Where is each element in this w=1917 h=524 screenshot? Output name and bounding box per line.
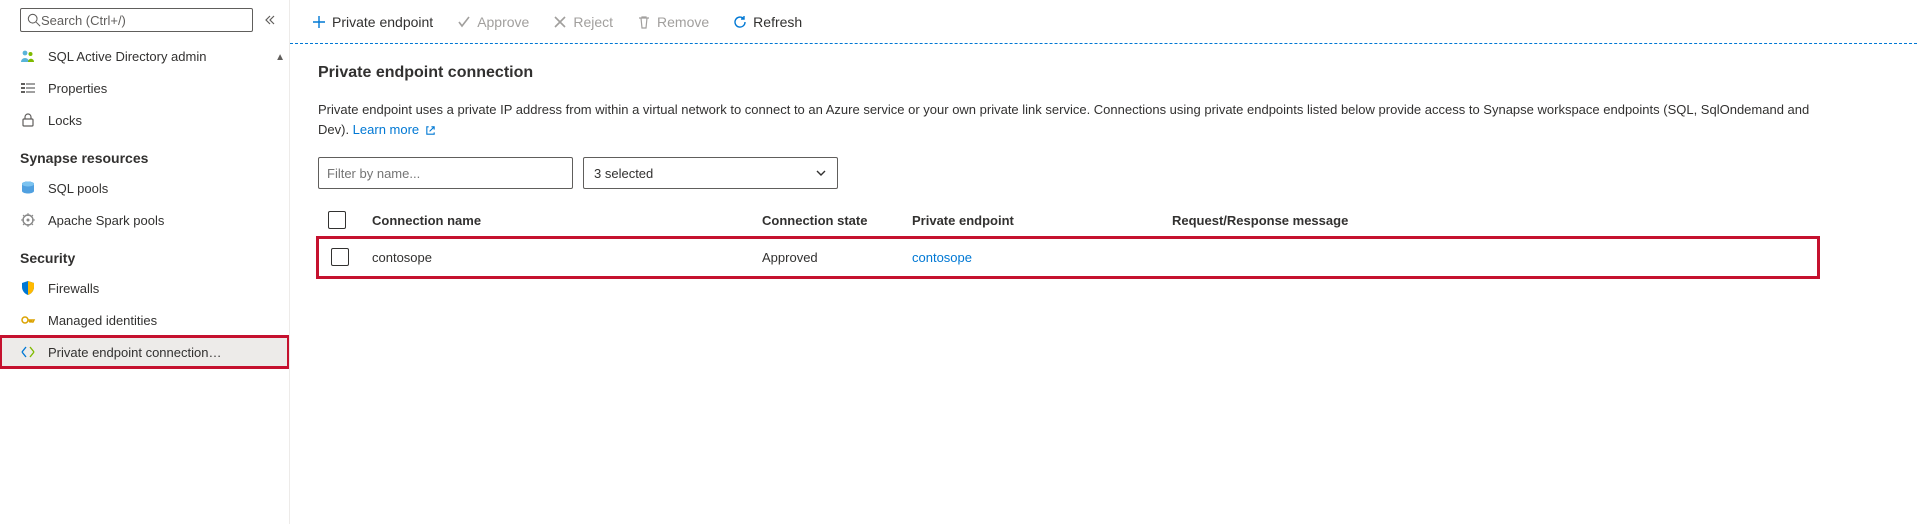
sidebar-item-label: Properties — [48, 81, 107, 96]
sidebar-section-security: Security — [0, 236, 289, 272]
search-icon — [27, 13, 41, 27]
sidebar-item-spark-pools[interactable]: Apache Spark pools — [0, 204, 289, 236]
button-label: Reject — [573, 14, 613, 30]
search-input[interactable] — [41, 13, 246, 28]
col-connection-state[interactable]: Connection state — [752, 203, 902, 238]
shield-icon — [20, 280, 36, 296]
reject-button: Reject — [543, 8, 623, 36]
row-checkbox[interactable] — [331, 248, 349, 266]
sidebar-nav: SQL Active Directory admin Properties Lo… — [0, 40, 289, 524]
search-bar — [0, 0, 289, 40]
sidebar-item-locks[interactable]: Locks — [0, 104, 289, 136]
cell-connection-state: Approved — [752, 238, 902, 277]
sidebar-item-firewalls[interactable]: Firewalls — [0, 272, 289, 304]
col-message[interactable]: Request/Response message — [1162, 203, 1818, 238]
learn-more-link[interactable]: Learn more — [353, 122, 436, 137]
sqlpool-icon — [20, 180, 36, 196]
sidebar-item-private-endpoint-connections[interactable]: Private endpoint connection… — [0, 336, 289, 368]
properties-icon — [20, 80, 36, 96]
sidebar-section-synapse: Synapse resources — [0, 136, 289, 172]
people-icon — [20, 48, 36, 64]
key-icon — [20, 312, 36, 328]
private-endpoint-link[interactable]: contosope — [912, 250, 972, 265]
plus-icon — [312, 15, 326, 29]
button-label: Refresh — [753, 14, 802, 30]
pe-icon — [20, 344, 36, 360]
filter-row: 3 selected — [318, 157, 1889, 189]
button-label: Remove — [657, 14, 709, 30]
sidebar-item-label: Locks — [48, 113, 82, 128]
select-all-checkbox[interactable] — [328, 211, 346, 229]
col-connection-name[interactable]: Connection name — [362, 203, 752, 238]
connections-table: Connection name Connection state Private… — [318, 203, 1818, 277]
cell-message — [1162, 238, 1818, 277]
filter-by-name-input[interactable] — [318, 157, 573, 189]
cell-connection-name: contosope — [362, 238, 752, 277]
lock-icon — [20, 112, 36, 128]
page-title: Private endpoint connection — [318, 64, 1889, 82]
sidebar-item-label: Firewalls — [48, 281, 99, 296]
sidebar-item-sql-pools[interactable]: SQL pools — [0, 172, 289, 204]
col-private-endpoint[interactable]: Private endpoint — [902, 203, 1162, 238]
check-icon — [457, 15, 471, 29]
x-icon — [553, 15, 567, 29]
sidebar-item-label: Managed identities — [48, 313, 157, 328]
page-body: Private endpoint connection Private endp… — [290, 44, 1917, 297]
trash-icon — [637, 15, 651, 29]
sidebar-item-label: Private endpoint connection… — [48, 345, 221, 360]
button-label: Approve — [477, 14, 529, 30]
external-link-icon — [425, 125, 436, 136]
description-text: Private endpoint uses a private IP addre… — [318, 102, 1809, 137]
remove-button: Remove — [627, 8, 719, 36]
add-private-endpoint-button[interactable]: Private endpoint — [302, 8, 443, 36]
sidebar-item-managed-identities[interactable]: Managed identities — [0, 304, 289, 336]
main-content: Private endpoint Approve Reject Remove R… — [290, 0, 1917, 524]
sidebar-item-label: SQL pools — [48, 181, 108, 196]
search-box[interactable] — [20, 8, 253, 32]
button-label: Private endpoint — [332, 14, 433, 30]
sidebar-item-label: Apache Spark pools — [48, 213, 164, 228]
sidebar-item-properties[interactable]: Properties — [0, 72, 289, 104]
state-filter-select[interactable]: 3 selected — [583, 157, 838, 189]
refresh-icon — [733, 15, 747, 29]
approve-button: Approve — [447, 8, 539, 36]
chevron-down-icon — [815, 167, 827, 179]
sidebar-item-label: SQL Active Directory admin — [48, 49, 206, 64]
table-header-row: Connection name Connection state Private… — [318, 203, 1818, 238]
refresh-button[interactable]: Refresh — [723, 8, 812, 36]
sidebar: ▲ SQL Active Directory admin Properties … — [0, 0, 290, 524]
sidebar-item-sql-ad-admin[interactable]: SQL Active Directory admin — [0, 40, 289, 72]
page-description: Private endpoint uses a private IP addre… — [318, 100, 1818, 139]
collapse-sidebar-button[interactable] — [261, 12, 277, 28]
toolbar: Private endpoint Approve Reject Remove R… — [290, 0, 1917, 44]
spark-icon — [20, 212, 36, 228]
table-row[interactable]: contosope Approved contosope — [318, 238, 1818, 277]
select-label: 3 selected — [594, 166, 653, 181]
